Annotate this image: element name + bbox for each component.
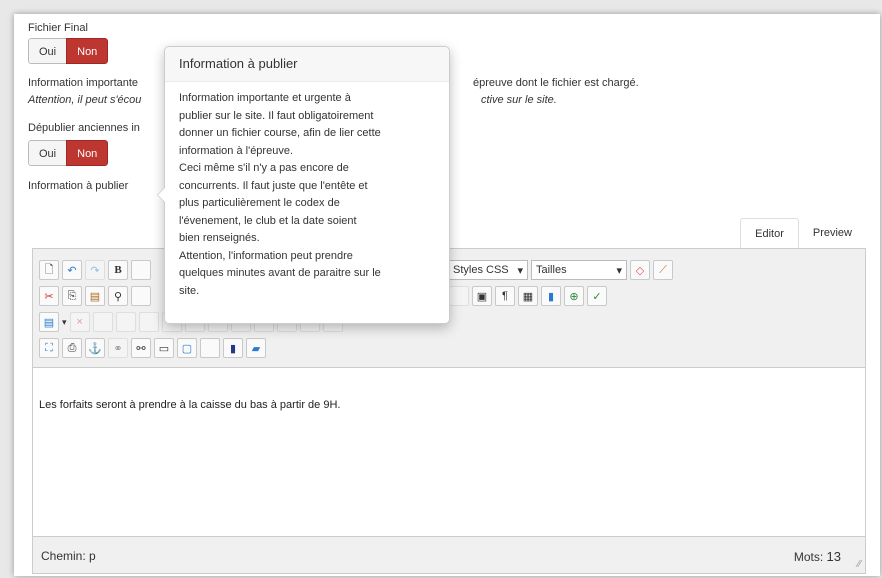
eraser-icon[interactable]: ◇ <box>630 260 650 280</box>
insert-icon[interactable] <box>449 286 469 306</box>
link-icon[interactable]: ⚭ <box>108 338 128 358</box>
editor-tabs: Editor Preview <box>740 218 866 251</box>
word-count-label: Mots: <box>793 550 824 564</box>
cut-icon[interactable]: ✂ <box>39 286 59 306</box>
tab-preview[interactable]: Preview <box>799 218 866 249</box>
popover-line: bien renseignés. <box>179 232 260 244</box>
paste-icon[interactable]: ▤ <box>85 286 105 306</box>
new-document-icon[interactable]: 🗋 <box>39 260 59 280</box>
info-importante-tail: épreuve dont le fichier est chargé. <box>473 77 639 89</box>
print-icon[interactable]: ⎙ <box>62 338 82 358</box>
fichier-final-oui-button[interactable]: Oui <box>28 38 67 64</box>
depublier-toggle: Oui Non <box>28 140 109 166</box>
table-icon[interactable]: ▤ <box>39 312 59 332</box>
info-warning-text: Attention, il peut s'écou <box>28 94 142 106</box>
toolbar-row-4: ⛶ ⎙ ⚓ ⚭ ⚯ ▭ ▢ ▮ ▰ <box>39 337 266 359</box>
popover-line: Attention, l'information peut prendre <box>179 249 353 262</box>
info-publier-label: Information à publier <box>28 180 129 192</box>
copy-icon[interactable]: ⎘ <box>62 286 82 306</box>
fichier-final-non-button[interactable]: Non <box>66 38 109 64</box>
editor-content[interactable]: Les forfaits seront à prendre à la caiss… <box>39 399 340 411</box>
styles-css-label: Styles CSS <box>453 264 509 276</box>
resize-handle-icon[interactable]: ⁄⁄ <box>858 559 861 570</box>
chevron-down-icon: ▾ <box>616 264 622 277</box>
popover-line: donner un fichier course, afin de lier c… <box>179 127 381 139</box>
insert-date-icon[interactable]: ⊕ <box>564 286 584 306</box>
sizes-select[interactable]: Tailles ▾ <box>531 260 627 280</box>
popover-line: information à l'épreuve. <box>179 144 293 157</box>
popover-line: Ceci même s'il n'y a pas encore de <box>179 162 349 174</box>
popover-line: plus particulièrement le codex de <box>179 197 340 209</box>
styles-css-select[interactable]: Styles CSS ▾ <box>448 260 528 280</box>
document-icon[interactable] <box>200 338 220 358</box>
popover-line: publier sur le site. Il faut obligatoire… <box>179 109 374 122</box>
editor-statusbar: Chemin: p Mots: 13 ⁄⁄ <box>33 536 865 573</box>
image-icon[interactable]: ▰ <box>246 338 266 358</box>
unlink-icon[interactable]: ⚯ <box>131 338 151 358</box>
fichier-final-toggle: Oui Non <box>28 38 109 64</box>
chevron-down-icon: ▾ <box>517 264 523 277</box>
find-icon[interactable]: ⚲ <box>108 286 128 306</box>
paragraph-icon[interactable]: ¶ <box>495 286 515 306</box>
popover-line: quelques minutes avant de paraitre sur l… <box>179 267 381 279</box>
insert-file-icon[interactable]: ▮ <box>541 286 561 306</box>
word-count: Mots: 13 <box>794 549 841 564</box>
popover-line: site. <box>179 284 200 297</box>
delete-table-icon[interactable]: × <box>69 312 90 332</box>
popover-line: Information importante et urgente à <box>179 92 351 104</box>
table-dropdown-icon[interactable]: ▾ <box>62 317 67 328</box>
redo-icon[interactable]: ↷ <box>85 260 105 280</box>
depublier-non-button[interactable]: Non <box>66 140 109 166</box>
template-icon[interactable]: ▦ <box>518 286 538 306</box>
path-label: Chemin: p <box>41 549 96 563</box>
bold-button[interactable]: B <box>108 260 128 280</box>
spellcheck-icon[interactable]: ✓ <box>587 286 607 306</box>
sizes-label: Tailles <box>536 264 567 276</box>
italic-icon[interactable] <box>131 260 151 280</box>
insert-media-icon[interactable]: ▣ <box>472 286 492 306</box>
tab-editor[interactable]: Editor <box>740 218 799 251</box>
anchor-icon[interactable]: ⚓ <box>85 338 105 358</box>
popover-line: l'évenement, le club et la date soient <box>179 214 357 227</box>
info-warning-tail: ctive sur le site. <box>481 94 557 106</box>
cleanup-brush-icon[interactable]: ⟋ <box>653 260 673 280</box>
depublier-label: Dépublier anciennes in <box>28 122 140 134</box>
undo-icon[interactable]: ↶ <box>62 260 82 280</box>
info-importante-label: Information importante <box>28 77 139 89</box>
popover-line: concurrents. Il faut juste que l'entête … <box>179 179 368 192</box>
popover-title: Information à publier <box>165 47 449 82</box>
popover-body: Information importante et urgente à publ… <box>165 82 449 308</box>
form-panel: Fichier Final Oui Non Information import… <box>14 14 880 576</box>
table-cell-icon[interactable] <box>115 312 136 332</box>
word-count-value: 13 <box>826 549 841 564</box>
replace-icon[interactable] <box>131 286 151 306</box>
table-col-icon[interactable] <box>138 312 159 332</box>
depublier-oui-button[interactable]: Oui <box>28 140 67 166</box>
horizontal-rule-icon[interactable]: ▭ <box>154 338 174 358</box>
fichier-final-label: Fichier Final <box>28 22 88 34</box>
iframe-icon[interactable]: ▢ <box>177 338 197 358</box>
info-popover: Information à publier Information import… <box>157 46 450 324</box>
popover-arrow-inner <box>158 188 165 202</box>
table-row-icon[interactable] <box>92 312 113 332</box>
save-icon[interactable]: ▮ <box>223 338 243 358</box>
fullscreen-icon[interactable]: ⛶ <box>39 338 59 358</box>
